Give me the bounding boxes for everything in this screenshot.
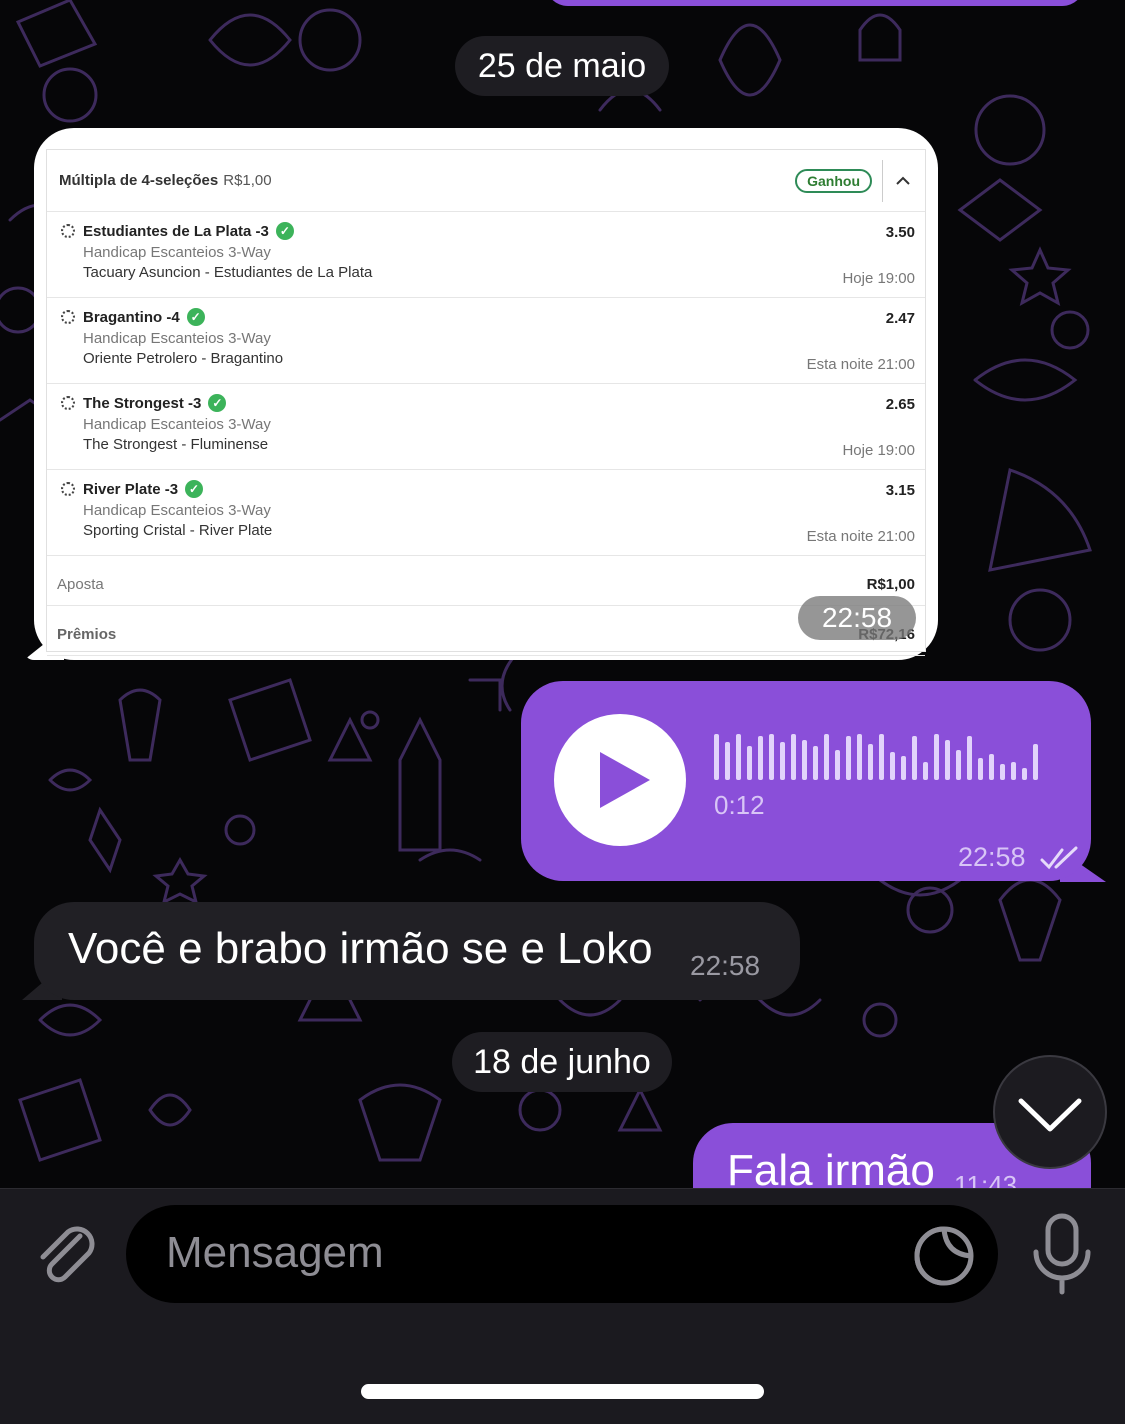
selection-odd: 3.15: [885, 482, 915, 499]
waveform-bar: [725, 742, 730, 780]
check-circle-icon: ✓: [185, 480, 204, 498]
status-badge: Ganhou: [795, 168, 872, 193]
soccer-ball-icon: [61, 310, 75, 324]
message-text: Você e brabo irmão se e Loko: [68, 924, 653, 973]
message-time: 22:58: [690, 950, 761, 981]
stake-value: R$1,00: [866, 576, 915, 593]
selection-time: Hoje 19:00: [842, 270, 915, 287]
voice-duration: 0:12: [714, 790, 765, 820]
selection-time: Esta noite 21:00: [806, 528, 915, 545]
waveform-bar: [736, 734, 741, 780]
waveform-bar: [758, 736, 763, 780]
bet-stake-row: Aposta R$1,00: [47, 556, 925, 606]
waveform-bar: [813, 746, 818, 780]
selection-pick: River Plate -3: [83, 480, 179, 498]
waveform-bar: [989, 754, 994, 780]
selection-pick: Estudiantes de La Plata -3: [83, 222, 269, 240]
paperclip-icon[interactable]: [28, 1214, 102, 1288]
selection-odd: 2.65: [885, 396, 915, 413]
selection-odd: 3.50: [885, 224, 915, 241]
previous-message-bubble[interactable]: [545, 0, 1085, 6]
waveform-bar: [890, 752, 895, 780]
bet-slip-title: Múltipla de 4-seleções: [59, 172, 219, 189]
scroll-to-bottom-button[interactable]: [993, 1055, 1107, 1169]
prize-label: Prêmios: [57, 626, 117, 643]
waveform-bar: [846, 736, 851, 780]
waveform-bar: [824, 734, 829, 780]
waveform-bar: [956, 750, 961, 780]
waveform-bar: [978, 758, 983, 780]
home-indicator: [361, 1384, 764, 1399]
selection-time: Esta noite 21:00: [806, 356, 915, 373]
message-input-placeholder: Mensagem: [166, 1228, 384, 1277]
date-separator: 18 de junho: [452, 1032, 672, 1092]
waveform-bar: [967, 736, 972, 780]
selection-match: The Strongest - Fluminense: [83, 436, 269, 453]
selection-match: Tacuary Asuncion - Estudiantes de La Pla…: [83, 264, 373, 281]
waveform-bar: [714, 734, 719, 780]
message-time: 22:58: [798, 596, 916, 640]
waveform-bar: [769, 734, 774, 780]
waveform-bar: [1033, 744, 1038, 780]
stake-label: Aposta: [57, 576, 104, 593]
waveform-bar: [934, 734, 939, 780]
waveform-bar: [945, 740, 950, 780]
selection-match: Sporting Cristal - River Plate: [83, 522, 273, 539]
selection-time: Hoje 19:00: [842, 442, 915, 459]
selection-pick: Bragantino -4: [83, 308, 180, 326]
bet-slip-header: Múltipla de 4-seleções R$1,00 Ganhou: [47, 150, 925, 212]
waveform-bar: [802, 740, 807, 780]
waveform-bar: [1011, 762, 1016, 780]
double-check-icon: [1040, 846, 1078, 870]
waveform-bar: [780, 742, 785, 780]
bet-slip-image[interactable]: Múltipla de 4-seleções R$1,00 Ganhou Est…: [46, 149, 926, 656]
message-text: Fala irmão: [727, 1146, 935, 1188]
waveform-bar: [747, 746, 752, 780]
bet-selection: Estudiantes de La Plata -3 ✓ 3.50 Handica…: [47, 212, 925, 298]
soccer-ball-icon: [61, 224, 75, 238]
bet-slip-stake: R$1,00: [223, 172, 272, 189]
waveform-bar: [835, 750, 840, 780]
play-icon: [600, 752, 650, 808]
check-circle-icon: ✓: [186, 308, 205, 326]
waveform-bar: [912, 736, 917, 780]
soccer-ball-icon: [61, 482, 75, 496]
bet-selection: The Strongest -3 ✓ 2.65 Handicap Escantei…: [47, 384, 925, 470]
selection-match: Oriente Petrolero - Bragantino: [83, 350, 284, 367]
microphone-icon[interactable]: [1026, 1212, 1098, 1296]
chevron-up-icon: [893, 171, 913, 191]
voice-waveform[interactable]: [714, 730, 1044, 782]
message-time: 11:43: [954, 1170, 1018, 1188]
bet-selection: Bragantino -4 ✓ 2.47 Handicap Escanteios …: [47, 298, 925, 384]
date-separator: 25 de maio: [455, 36, 669, 96]
chevron-down-icon: [1018, 1098, 1082, 1132]
check-circle-icon: ✓: [275, 222, 294, 240]
soccer-ball-icon: [61, 396, 75, 410]
selection-market: Handicap Escanteios 3-Way: [83, 244, 271, 261]
selection-market: Handicap Escanteios 3-Way: [83, 502, 271, 519]
selection-odd: 2.47: [885, 310, 915, 327]
waveform-bar: [901, 756, 906, 780]
waveform-bar: [791, 734, 796, 780]
divider: [882, 159, 883, 202]
bet-selection: River Plate -3 ✓ 3.15 Handicap Escanteios…: [47, 470, 925, 556]
selection-market: Handicap Escanteios 3-Way: [83, 416, 271, 433]
waveform-bar: [879, 734, 884, 780]
waveform-bar: [923, 762, 928, 780]
check-circle-icon: ✓: [208, 394, 227, 412]
message-time: 22:58: [958, 842, 1026, 872]
waveform-bar: [1000, 764, 1005, 780]
chat-area[interactable]: 25 de maio Múltipla de 4-seleções R$1,00…: [0, 0, 1125, 1188]
sticker-icon[interactable]: [912, 1224, 976, 1288]
waveform-bar: [868, 744, 873, 780]
selection-pick: The Strongest -3: [83, 394, 202, 412]
selection-market: Handicap Escanteios 3-Way: [83, 330, 271, 347]
waveform-bar: [857, 734, 862, 780]
waveform-bar: [1022, 768, 1027, 780]
bet-prize-row: Prêmios R$72,16: [47, 606, 925, 656]
